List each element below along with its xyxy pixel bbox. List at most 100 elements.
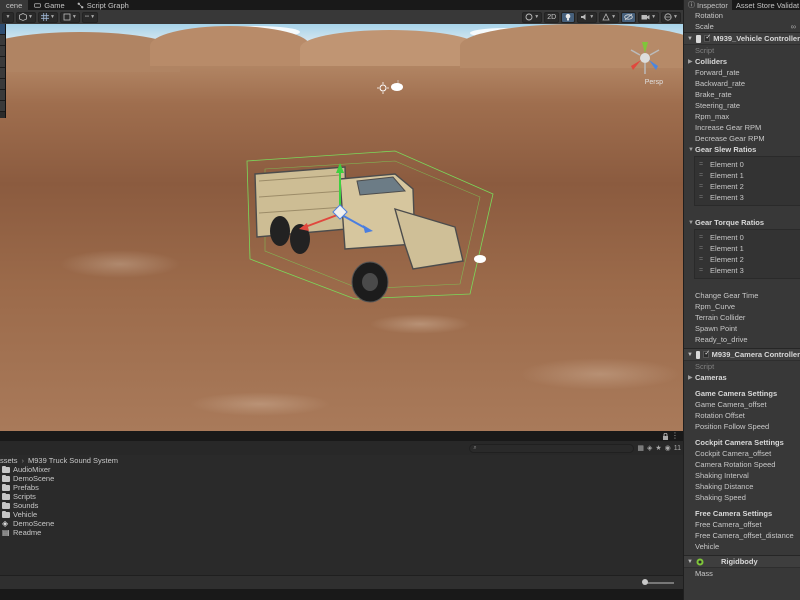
breadcrumb-root[interactable]: ssets [0, 456, 18, 465]
array-element[interactable]: Element 0 [695, 232, 800, 243]
array-element[interactable]: Element 1 [695, 170, 800, 181]
tab-game[interactable]: Game [28, 0, 70, 10]
foldout-arrow-icon[interactable]: ▼ [687, 36, 693, 42]
folder-icon [2, 510, 10, 518]
draw-mode-button[interactable]: ▼ [16, 11, 36, 23]
link-icon[interactable]: ∞ [791, 22, 796, 31]
status-bar [0, 589, 800, 600]
foldout-arrow-icon[interactable]: ▼ [687, 559, 693, 565]
asset-item[interactable]: ◈ DemoScene [0, 519, 683, 528]
asset-item[interactable]: Vehicle [0, 510, 683, 519]
lightbulb-icon [565, 13, 571, 21]
asset-item[interactable]: Prefabs [0, 483, 683, 492]
tab-script-graph[interactable]: Script Graph [71, 0, 135, 10]
array-element[interactable]: Element 2 [695, 181, 800, 192]
gear-torque-ratios-foldout[interactable]: ▼ Gear Torque Ratios [684, 217, 800, 228]
search-icon: ⌕ [473, 444, 477, 451]
transform-tool-button[interactable] [0, 79, 5, 90]
camera-field-label: Cockpit Camera_offset [684, 448, 800, 459]
camera-field-label: Shaking Interval [684, 470, 800, 481]
m939-truck-model[interactable] [245, 149, 495, 319]
tab-script-graph-label: Script Graph [86, 0, 129, 10]
persp-label: Persp [644, 79, 663, 86]
audio-toggle[interactable]: ▼ [577, 11, 598, 23]
field-label: Scale [695, 22, 714, 31]
effects-button[interactable]: ▼ [599, 11, 620, 23]
array-element[interactable]: Element 1 [695, 243, 800, 254]
favorite-icon[interactable]: ★ [655, 444, 661, 452]
cameras-foldout[interactable]: ▶ Cameras [684, 372, 800, 383]
custom-tool-button[interactable] [0, 90, 5, 101]
enabled-checkbox[interactable] [704, 33, 711, 42]
field-label-text: Free Camera_offset_distance [695, 531, 794, 540]
scene-visibility-button[interactable] [621, 11, 637, 23]
kebab-menu-icon[interactable]: ⋮ [671, 431, 679, 440]
asset-label: DemoScene [13, 519, 55, 528]
array-element[interactable]: Element 3 [695, 192, 800, 203]
script-field-label: Script [684, 361, 800, 372]
lock-icon[interactable] [662, 433, 669, 440]
enabled-checkbox[interactable] [703, 349, 711, 358]
hand-tool-button[interactable]: ▼ [2, 11, 14, 23]
move-tool-button[interactable] [0, 35, 5, 46]
grid-snap-button[interactable]: ▼ [37, 11, 58, 23]
scene-viewport[interactable]: Persp [0, 24, 683, 431]
vehicle-fields-2: Change Gear Time Rpm_Curve Terrain Collide… [684, 290, 800, 345]
increment-snap-button[interactable]: ▫▫ ▼ [81, 11, 99, 23]
vehicle-field-label: Backward_rate [684, 78, 800, 89]
dune [300, 30, 480, 66]
asset-item[interactable]: AudioMixer [0, 465, 683, 474]
transform-rotation-label: Rotation [684, 10, 800, 21]
projection-label[interactable]: Persp [645, 79, 663, 86]
filter-by-label-icon[interactable]: ◈ [647, 444, 652, 452]
orientation-gizmo[interactable] [625, 38, 665, 78]
rotate-tool-button[interactable] [0, 46, 5, 57]
array-element[interactable]: Element 3 [695, 265, 800, 276]
extra-tool-button[interactable] [0, 101, 5, 112]
project-panel-header: ⋮ [0, 431, 683, 441]
project-search-input[interactable]: ⌕ [469, 443, 635, 453]
tab-asset-store-validator[interactable]: Asset Store Validat [732, 0, 800, 10]
rigidbody-header[interactable]: ▼ Rigidbody [684, 555, 800, 568]
camera-settings-button[interactable]: ▼ [638, 11, 660, 23]
asset-item[interactable]: DemoScene [0, 474, 683, 483]
vehicle-field-label: Brake_rate [684, 89, 800, 100]
scale-tool-button[interactable] [0, 57, 5, 68]
info-icon: ⓘ [688, 2, 695, 9]
filter-by-type-icon[interactable]: ▦ [637, 444, 644, 452]
gear-slew-ratios-foldout[interactable]: ▼ Gear Slew Ratios [684, 144, 800, 155]
icon-size-slider-handle[interactable] [642, 579, 648, 585]
rect-tool-button[interactable] [0, 68, 5, 79]
asset-item[interactable]: ▤ Readme [0, 528, 683, 537]
breadcrumb-folder[interactable]: M939 Truck Sound System [28, 456, 118, 465]
cockpit-camera-settings-header: Cockpit Camera Settings [684, 437, 800, 448]
foldout-label: Gear Slew Ratios [695, 145, 757, 154]
colliders-foldout[interactable]: ▶ Colliders [684, 56, 800, 67]
chevron-down-icon: ▼ [688, 146, 694, 153]
asset-item[interactable]: Scripts [0, 492, 683, 501]
view-tool-button[interactable] [0, 24, 5, 35]
vehicle-controller-header[interactable]: ▼ M939_Vehicle Controller [684, 32, 800, 45]
field-label-text: Cockpit Camera_offset [695, 449, 772, 458]
chevron-down-icon: ▼ [5, 14, 11, 20]
folder-icon [2, 501, 10, 509]
gizmos-button[interactable]: ▼ [661, 11, 681, 23]
foldout-label: Cameras [695, 373, 727, 382]
snap-settings-button[interactable]: ▼ [59, 11, 80, 23]
asset-item[interactable]: Sounds [0, 501, 683, 510]
tab-scene[interactable]: cene [0, 0, 29, 10]
lighting-toggle[interactable] [561, 11, 576, 23]
asset-label: Readme [13, 528, 42, 537]
camera-controller-header[interactable]: ▼ M939_Camera Controller [684, 348, 800, 361]
text-file-icon: ▤ [2, 528, 10, 537]
graph-icon [77, 2, 84, 8]
tab-inspector[interactable]: ⓘ Inspector [684, 0, 732, 10]
array-element[interactable]: Element 0 [695, 159, 800, 170]
icon-size-slider-track[interactable] [644, 582, 674, 584]
camera-field-label: Position Follow Speed [684, 421, 800, 432]
shading-mode-button[interactable]: ▼ [522, 11, 543, 23]
field-label-text: Ready_to_drive [695, 335, 748, 344]
mode-2d-button[interactable]: 2D [544, 11, 560, 23]
array-element[interactable]: Element 2 [695, 254, 800, 265]
foldout-arrow-icon[interactable]: ▼ [687, 352, 693, 358]
